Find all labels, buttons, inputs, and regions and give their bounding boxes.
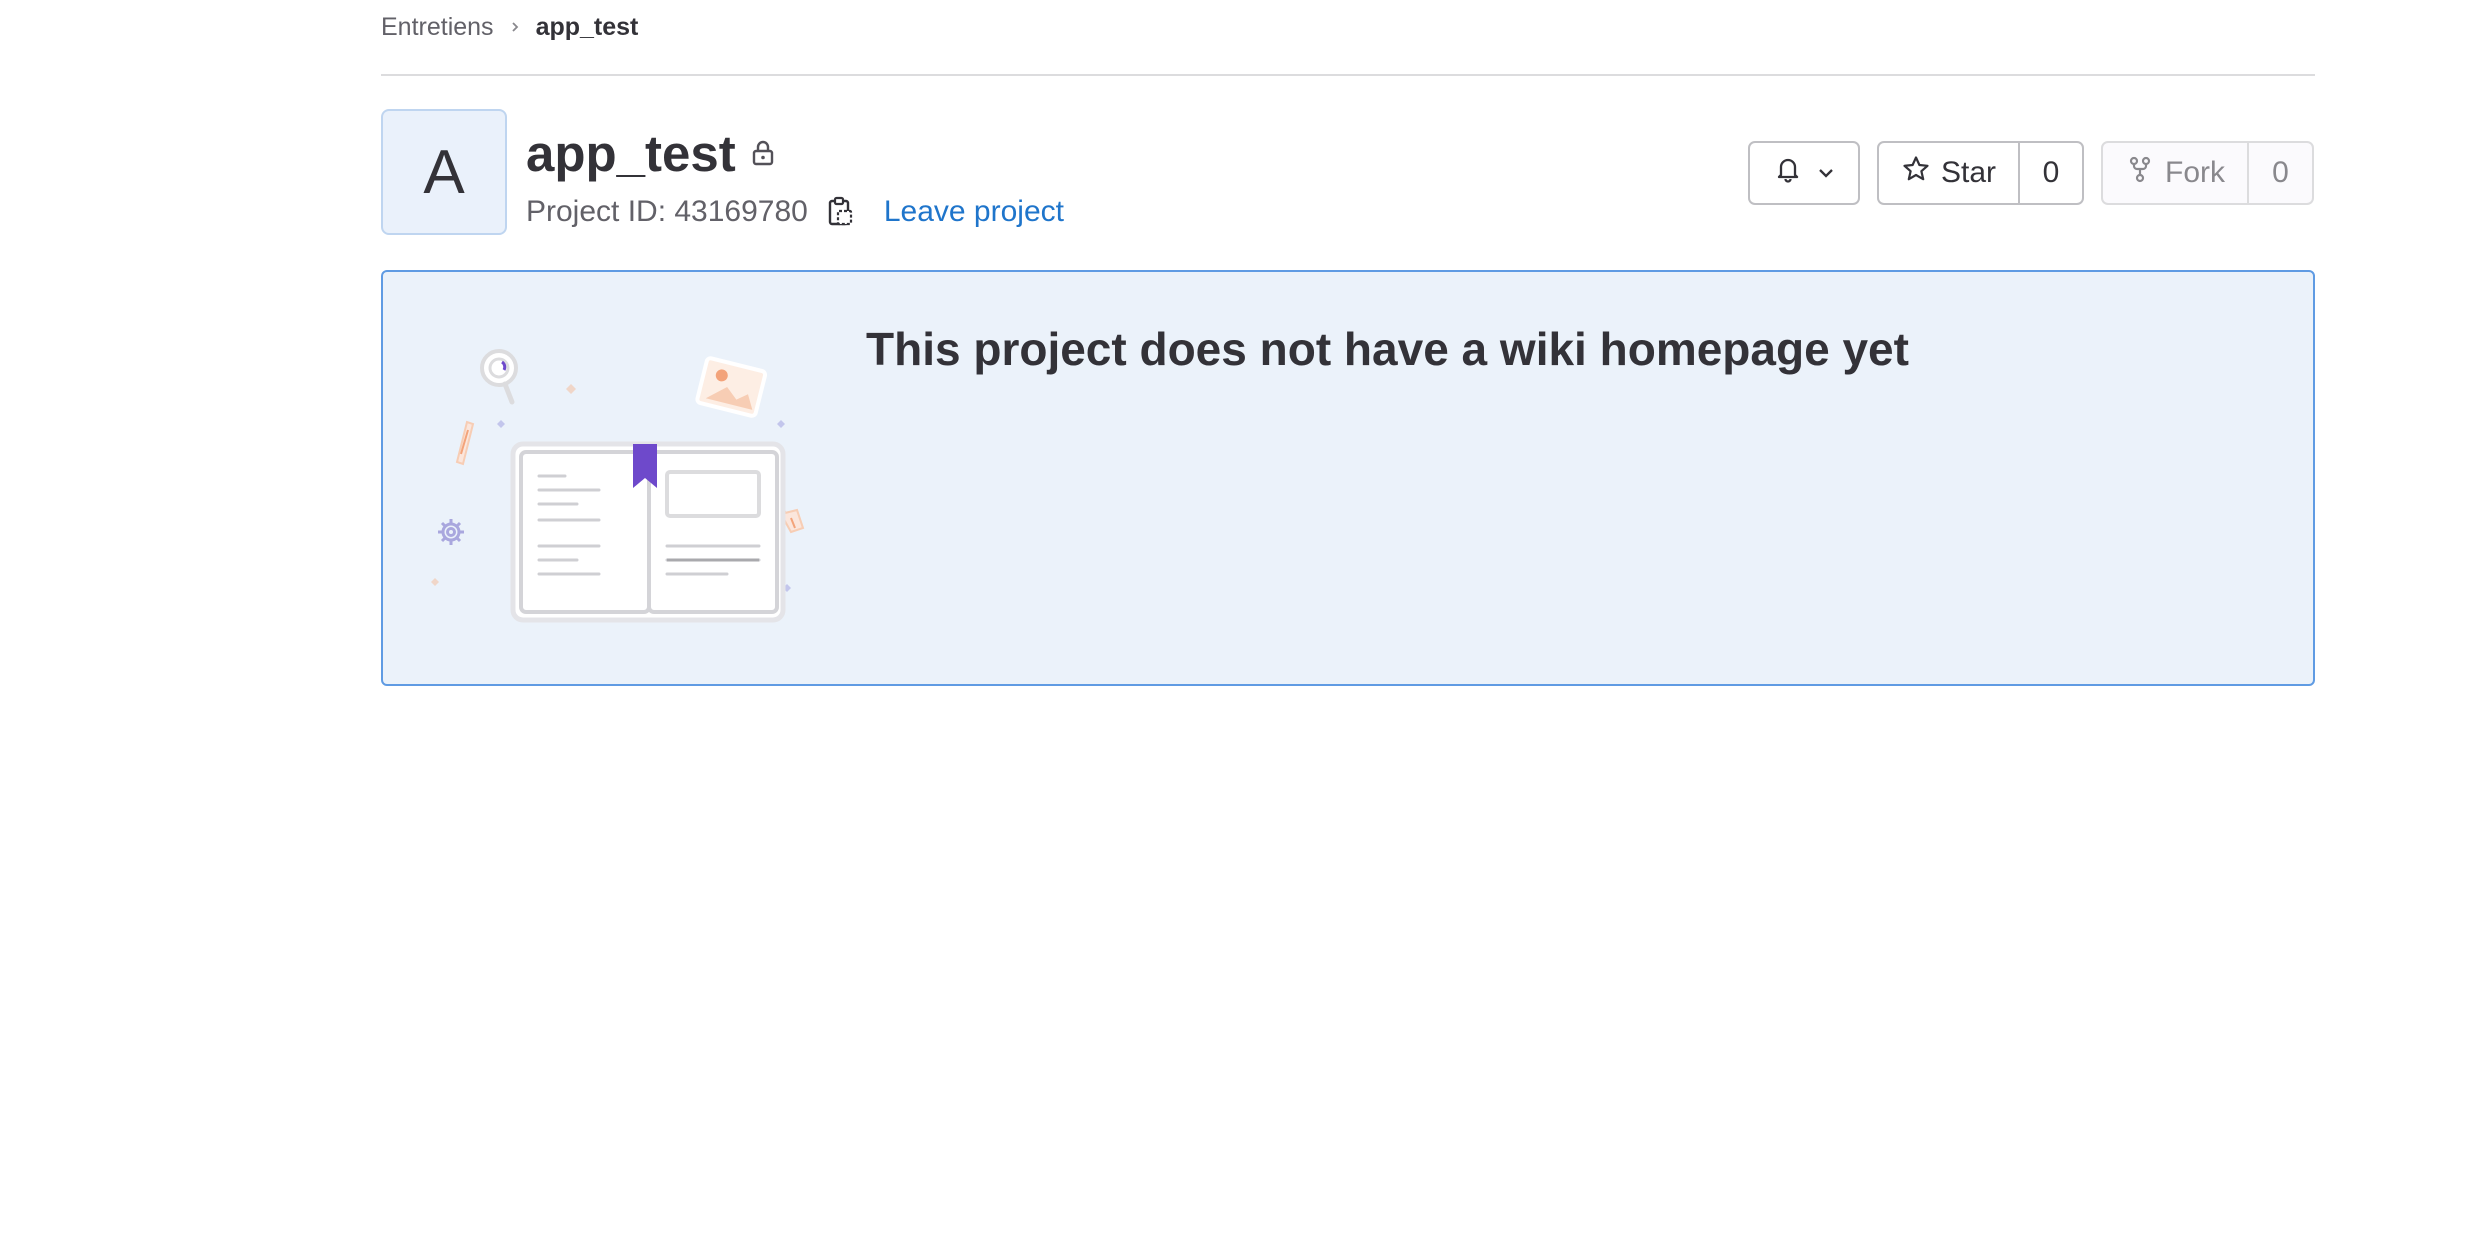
breadcrumb-parent-link[interactable]: Entretiens: [381, 13, 494, 42]
project-title: app_test: [526, 124, 736, 182]
project-avatar[interactable]: A: [381, 109, 507, 235]
star-icon: [1901, 154, 1931, 192]
project-id: Project ID: 43169780: [526, 195, 808, 228]
fork-button[interactable]: Fork: [2103, 143, 2247, 203]
chevron-right-icon: [508, 20, 522, 34]
leave-project-link[interactable]: Leave project: [884, 195, 1064, 229]
project-meta: Project ID: 43169780 Leave project: [526, 190, 1064, 234]
fork-count[interactable]: 0: [2247, 143, 2312, 203]
fork-icon: [2125, 154, 2155, 192]
chevron-down-icon: [1817, 156, 1835, 190]
wiki-empty-state: This project does not have a wiki homepa…: [381, 270, 2315, 686]
star-button-group: Star 0: [1877, 141, 2084, 205]
header-divider: [381, 74, 2315, 76]
lock-icon: [748, 138, 778, 168]
breadcrumb-current[interactable]: app_test: [536, 13, 639, 42]
copy-clipboard-icon[interactable]: [826, 196, 854, 228]
bell-icon: [1773, 154, 1803, 192]
star-button[interactable]: Star: [1879, 143, 2018, 203]
breadcrumb: Entretiens app_test: [381, 0, 638, 54]
fork-label: Fork: [2165, 156, 2225, 189]
fork-button-group: Fork 0: [2101, 141, 2314, 205]
star-count[interactable]: 0: [2018, 143, 2082, 203]
project-title-row: app_test: [526, 118, 778, 188]
wiki-empty-heading: This project does not have a wiki homepa…: [866, 323, 1909, 375]
star-label: Star: [1941, 156, 1997, 189]
wiki-illustration: [409, 342, 829, 637]
notifications-dropdown-button[interactable]: [1748, 141, 1860, 205]
